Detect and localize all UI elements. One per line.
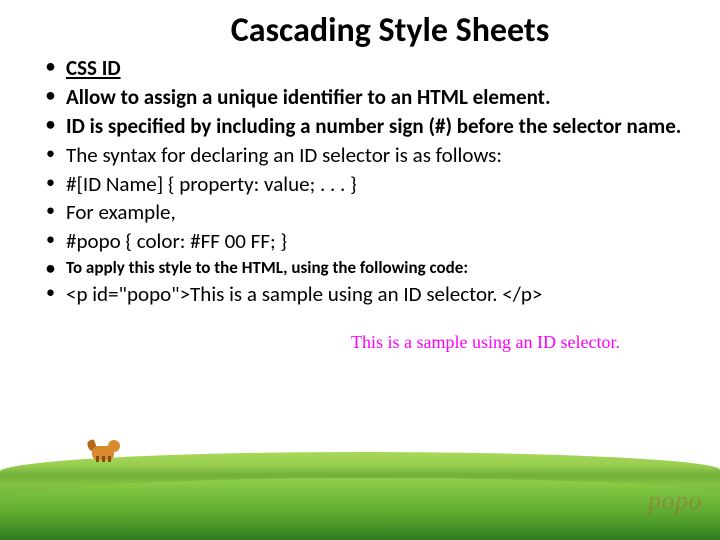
watermark-text: popo [648,486,702,516]
bullet-html-code: <p id="popo">This is a sample using an I… [46,281,690,308]
bullet-syntax-template: #[ID Name] { property: value; . . . } [46,171,690,198]
bullet-syntax-intro: The syntax for declaring an ID selector … [46,142,690,169]
bullet-css-id: CSS ID [46,55,690,82]
bullet-apply-html: To apply this style to the HTML, using t… [46,257,690,279]
bullet-list: CSS ID Allow to assign a unique identifi… [30,55,690,308]
bullet-unique-identifier: Allow to assign a unique identifier to a… [46,84,690,111]
bullet-example-rule: #popo { color: #FF 00 FF; } [46,228,690,255]
slide-content: Cascading Style Sheets CSS ID Allow to a… [0,0,720,353]
animal-icon [88,432,124,462]
slide-title: Cascading Style Sheets [30,10,690,51]
bullet-for-example: For example, [46,199,690,226]
sample-output-text: This is a sample using an ID selector. [30,332,690,353]
bullet-number-sign: ID is specified by including a number si… [46,113,690,140]
